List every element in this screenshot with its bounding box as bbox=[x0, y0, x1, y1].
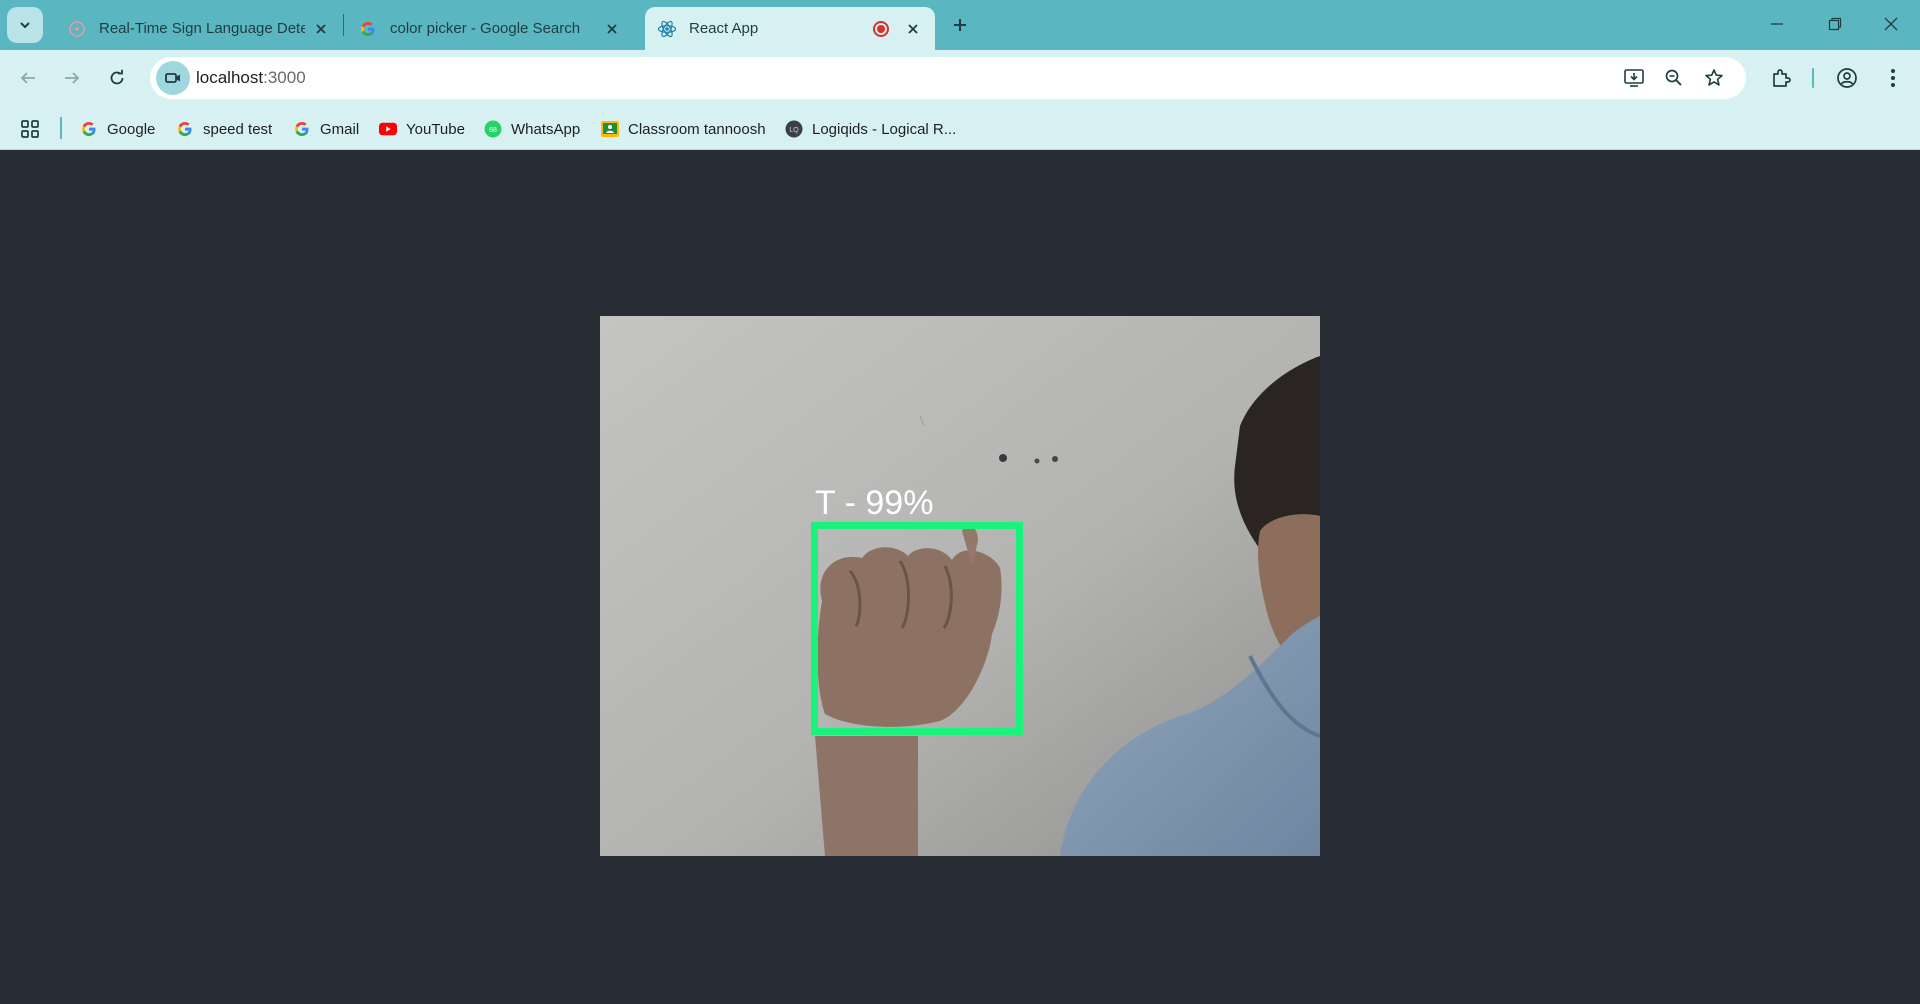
address-bar[interactable]: localhost:3000 bbox=[150, 57, 1746, 99]
webcam-video: T - 99% bbox=[600, 316, 1320, 856]
tab-search-button[interactable] bbox=[7, 7, 43, 43]
camera-icon bbox=[165, 73, 180, 83]
menu-button[interactable] bbox=[1876, 61, 1910, 95]
arrow-right-icon bbox=[65, 72, 80, 84]
tab-color-picker[interactable]: color picker - Google Search bbox=[346, 7, 634, 50]
profile-button[interactable] bbox=[1830, 61, 1864, 95]
account-icon bbox=[1837, 68, 1857, 88]
install-app-button[interactable] bbox=[1618, 62, 1650, 94]
detection-bounding-box bbox=[811, 522, 1023, 735]
close-tab-icon[interactable] bbox=[311, 19, 331, 39]
bookmark-label: Logiqids - Logical R... bbox=[812, 120, 957, 138]
toolbar-separator bbox=[1812, 68, 1814, 88]
puzzle-icon bbox=[1773, 69, 1791, 87]
tab-separator bbox=[343, 14, 344, 36]
bookmark-label: speed test bbox=[203, 120, 273, 138]
back-button[interactable] bbox=[10, 60, 46, 96]
recording-indicator-icon bbox=[873, 20, 889, 37]
tab-title: color picker - Google Search bbox=[390, 20, 581, 37]
arrow-left-icon bbox=[20, 72, 35, 84]
url-text: localhost:3000 bbox=[196, 68, 306, 88]
reload-icon bbox=[110, 69, 124, 85]
detection-label: T - 99% bbox=[815, 484, 934, 522]
apps-grid-icon bbox=[21, 120, 39, 138]
bookmark-whatsapp[interactable]: 68 WhatsApp bbox=[484, 116, 580, 142]
close-window-button[interactable] bbox=[1862, 0, 1920, 48]
close-tab-icon[interactable] bbox=[602, 19, 622, 39]
reload-button[interactable] bbox=[99, 60, 135, 96]
close-tab-icon[interactable] bbox=[903, 19, 923, 39]
bookmark-label: Google bbox=[107, 120, 156, 138]
tab-react-app[interactable]: React App bbox=[645, 7, 935, 50]
apps-button[interactable] bbox=[20, 116, 40, 142]
google-icon bbox=[358, 19, 378, 39]
url-port: :3000 bbox=[263, 68, 306, 87]
restore-icon bbox=[1828, 17, 1842, 31]
extensions-button[interactable] bbox=[1764, 61, 1798, 95]
bookmark-separator bbox=[60, 117, 62, 139]
site-info-button[interactable] bbox=[156, 61, 190, 95]
google-icon bbox=[80, 120, 98, 138]
bookmark-label: YouTube bbox=[406, 120, 465, 138]
tab-title: Real-Time Sign Language Detec bbox=[99, 20, 305, 37]
zoom-out-icon bbox=[1665, 69, 1682, 86]
tab-title: React App bbox=[689, 20, 759, 37]
bookmark-logiqids[interactable]: LQ Logiqids - Logical R... bbox=[785, 116, 956, 142]
bookmark-star-button[interactable] bbox=[1698, 62, 1730, 94]
react-faded-icon bbox=[67, 19, 87, 39]
react-icon bbox=[657, 19, 677, 39]
bookmark-label: Gmail bbox=[320, 120, 360, 138]
tab-strip: Real-Time Sign Language Detec color pick… bbox=[0, 0, 1920, 50]
install-icon bbox=[1624, 69, 1644, 87]
whatsapp-icon: 68 bbox=[484, 120, 502, 138]
plus-icon bbox=[954, 19, 966, 31]
page-content: T - 99% bbox=[0, 151, 1920, 1004]
bookmark-google[interactable]: Google bbox=[80, 116, 155, 142]
bookmark-classroom[interactable]: Classroom tannoosh bbox=[601, 116, 766, 142]
svg-text:68: 68 bbox=[489, 127, 497, 134]
classroom-icon bbox=[601, 120, 619, 138]
svg-text:LQ: LQ bbox=[789, 127, 799, 134]
bookmark-gmail[interactable]: Gmail bbox=[293, 116, 359, 142]
new-tab-button[interactable] bbox=[944, 11, 976, 39]
google-icon bbox=[293, 120, 311, 138]
more-vert-icon bbox=[1891, 69, 1895, 87]
zoom-button[interactable] bbox=[1658, 62, 1690, 94]
tab-sign-language[interactable]: Real-Time Sign Language Detec bbox=[55, 7, 343, 50]
browser-toolbar: localhost:3000 bbox=[0, 50, 1920, 108]
forward-button[interactable] bbox=[54, 60, 90, 96]
chevron-down-icon bbox=[20, 22, 30, 29]
bookmark-speed-test[interactable]: speed test bbox=[176, 116, 272, 142]
bookmark-label: WhatsApp bbox=[511, 120, 581, 138]
close-icon bbox=[1884, 17, 1898, 31]
url-host: localhost bbox=[196, 68, 264, 87]
minimize-icon bbox=[1771, 23, 1783, 25]
star-icon bbox=[1705, 69, 1723, 86]
google-icon bbox=[176, 120, 194, 138]
bookmarks-bar: Google speed test Gmail YouTube 68 Whats… bbox=[0, 108, 1920, 150]
logiqids-icon: LQ bbox=[785, 120, 803, 138]
restore-button[interactable] bbox=[1806, 0, 1864, 48]
minimize-button[interactable] bbox=[1748, 0, 1806, 48]
youtube-icon bbox=[379, 120, 397, 138]
bookmark-youtube[interactable]: YouTube bbox=[379, 116, 465, 142]
bookmark-label: Classroom tannoosh bbox=[628, 120, 766, 138]
